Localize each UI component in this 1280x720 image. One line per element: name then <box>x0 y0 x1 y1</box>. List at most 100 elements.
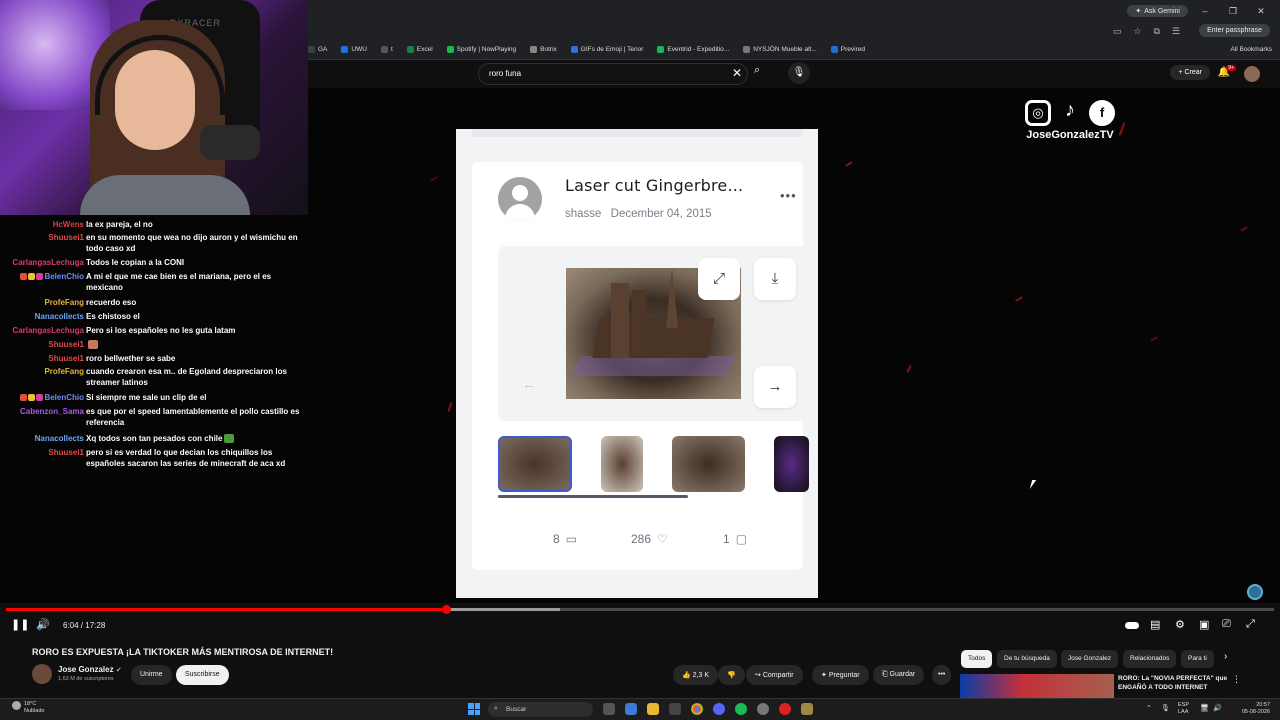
thumbnail-4[interactable] <box>774 436 809 492</box>
bookmark-item[interactable]: Eventrid - Expeditio... <box>657 46 729 53</box>
volume-icon[interactable]: 🔊 <box>36 618 50 631</box>
chat-username[interactable]: ProfeFang <box>44 297 84 308</box>
cast-to-tv-icon[interactable]: ⎚ <box>1222 618 1231 631</box>
obs-icon[interactable] <box>757 703 769 715</box>
post-title[interactable]: Laser cut Gingerbre... <box>565 176 743 195</box>
mic-tray-icon[interactable]: 🎙 <box>1161 704 1170 712</box>
menu-icon[interactable]: ☰ <box>1172 26 1180 37</box>
spotify-icon[interactable] <box>735 703 747 715</box>
dislike-button[interactable]: 👎 <box>718 665 745 685</box>
cast-icon[interactable]: ▭ <box>1113 26 1122 37</box>
likes-stat[interactable]: 286 ♡ <box>631 532 668 546</box>
copilot-icon[interactable] <box>625 703 637 715</box>
channel-avatar[interactable] <box>32 664 52 684</box>
chat-username[interactable]: Shuusei1 <box>48 232 84 243</box>
miniplayer-icon[interactable]: ▣ <box>1199 618 1209 631</box>
bookmark-item[interactable]: Previred <box>830 46 865 53</box>
bookmark-item[interactable]: Excel <box>406 46 433 53</box>
store-icon[interactable] <box>669 703 681 715</box>
language-indicator[interactable]: ESP LAA <box>1178 702 1189 716</box>
search-input[interactable]: roro funa <box>478 63 748 85</box>
bookmark-item[interactable]: GIFs de Emoji | Tenor <box>570 46 643 53</box>
file-explorer-icon[interactable] <box>647 703 659 715</box>
windows-start-icon[interactable] <box>468 703 480 715</box>
chat-username[interactable]: BelenChio <box>20 392 84 403</box>
pause-icon[interactable]: ❚❚ <box>11 618 29 631</box>
share-button[interactable]: ↪ Compartir <box>746 665 803 685</box>
filter-chip[interactable]: Para ti <box>1181 650 1214 668</box>
speaker-icon[interactable]: 🔊 <box>1213 704 1222 712</box>
extensions-icon[interactable]: ⧉ <box>1153 26 1159 37</box>
account-avatar[interactable] <box>1244 66 1260 82</box>
bookmark-item[interactable]: Botrix <box>530 46 557 53</box>
filter-chip[interactable]: Relacionados <box>1123 650 1177 668</box>
like-button[interactable]: 👍 2,3 K <box>673 665 719 685</box>
bookmark-item[interactable]: UWU <box>341 46 367 53</box>
collections-stat[interactable]: 1 ▢ <box>723 532 747 546</box>
clear-search-icon[interactable]: ✕ <box>732 66 742 80</box>
passphrase-button[interactable]: Enter passphrase <box>1199 24 1270 37</box>
fullscreen-icon[interactable]: ⤢ <box>1246 618 1255 631</box>
chat-username[interactable]: Nanacollects <box>35 311 84 322</box>
join-button[interactable]: Unirme <box>131 665 172 685</box>
thumbnail-scrollbar[interactable] <box>498 495 688 498</box>
chat-username[interactable]: CarlangasLechuga <box>12 257 84 268</box>
search-icon[interactable]: ⌕ <box>754 64 760 77</box>
chat-username[interactable]: Shuusei1 <box>48 447 84 458</box>
filter-chip[interactable]: Jose Gonzalez <box>1061 650 1118 668</box>
app-icon[interactable] <box>779 703 791 715</box>
ask-button[interactable]: ✦ Preguntar <box>812 665 869 685</box>
thumbnail-2[interactable] <box>601 436 643 492</box>
all-bookmarks-link[interactable]: All Bookmarks <box>1230 46 1272 53</box>
bookmark-item[interactable]: NYSJÖN Mueble alt... <box>743 46 817 53</box>
bookmark-item[interactable]: t <box>380 46 393 53</box>
recommended-menu-icon[interactable]: ⋮ <box>1232 674 1241 685</box>
close-icon[interactable]: ✕ <box>1250 6 1272 17</box>
settings-icon[interactable]: ⚙ <box>1175 618 1185 631</box>
other-app-icon[interactable] <box>801 703 813 715</box>
channel-watermark-icon[interactable] <box>1247 584 1263 600</box>
tray-overflow-icon[interactable]: ⌃ <box>1146 704 1152 712</box>
captions-icon[interactable]: ▤ <box>1150 618 1160 631</box>
network-icon[interactable]: 🖥 <box>1200 704 1209 712</box>
more-options-icon[interactable]: ••• <box>780 188 797 203</box>
subscribe-button[interactable]: Suscribirse <box>176 665 229 685</box>
chat-username[interactable]: Shuusei1 <box>48 353 84 364</box>
star-icon[interactable]: ☆ <box>1133 26 1141 37</box>
filter-chip[interactable]: Todos <box>961 650 993 668</box>
autoplay-toggle[interactable] <box>1125 622 1139 629</box>
filter-chip[interactable]: De tu búsqueda <box>997 650 1057 668</box>
taskbar-search[interactable]: ⌕ Buscar <box>488 702 593 717</box>
recommended-title[interactable]: RORO: La "NOVIA PERFECTA" que ENGAÑÓ A T… <box>1118 674 1228 692</box>
chat-username[interactable]: HcWens <box>53 219 84 230</box>
minimize-icon[interactable]: – <box>1194 6 1216 16</box>
chat-username[interactable]: ProfeFang <box>44 366 84 377</box>
create-button[interactable]: + Crear <box>1170 65 1210 80</box>
thumbnail-1[interactable] <box>498 436 572 492</box>
task-view-icon[interactable] <box>603 703 615 715</box>
chrome-icon[interactable] <box>691 703 703 715</box>
previous-arrow-icon[interactable]: ← <box>522 376 536 392</box>
channel-name[interactable]: Jose Gonzalez ✔ <box>58 665 122 674</box>
chat-username[interactable]: CarlangasLechuga <box>12 325 84 336</box>
ask-gemini-button[interactable]: ✦ Ask Gemini <box>1127 5 1188 17</box>
microphone-icon[interactable]: 🎙 <box>788 62 810 84</box>
clock[interactable]: 20:57 05-08-2026 <box>1242 702 1270 716</box>
comments-stat[interactable]: 8 ▭ <box>553 532 577 546</box>
author-avatar[interactable] <box>498 177 542 221</box>
post-author[interactable]: shasse <box>565 208 601 220</box>
next-arrow-icon[interactable]: → <box>754 366 796 408</box>
chips-next-icon[interactable]: › <box>1224 651 1227 662</box>
chat-username[interactable]: BelenChio <box>20 271 84 282</box>
thumbnail-3[interactable] <box>672 436 745 492</box>
bookmark-item[interactable]: Spotify | NowPlaying <box>446 46 516 53</box>
download-icon[interactable]: ⤓ <box>754 258 796 300</box>
bookmark-item[interactable]: GA <box>308 46 327 53</box>
discord-icon[interactable] <box>713 703 725 715</box>
chat-username[interactable]: Cabenzon_Sama <box>20 406 84 417</box>
progress-scrubber[interactable] <box>441 605 451 614</box>
restore-icon[interactable]: ❐ <box>1222 6 1244 17</box>
recommended-thumbnail[interactable] <box>960 674 1114 698</box>
chat-username[interactable]: Nanacollects <box>35 433 84 444</box>
more-actions-icon[interactable]: ••• <box>932 665 952 685</box>
